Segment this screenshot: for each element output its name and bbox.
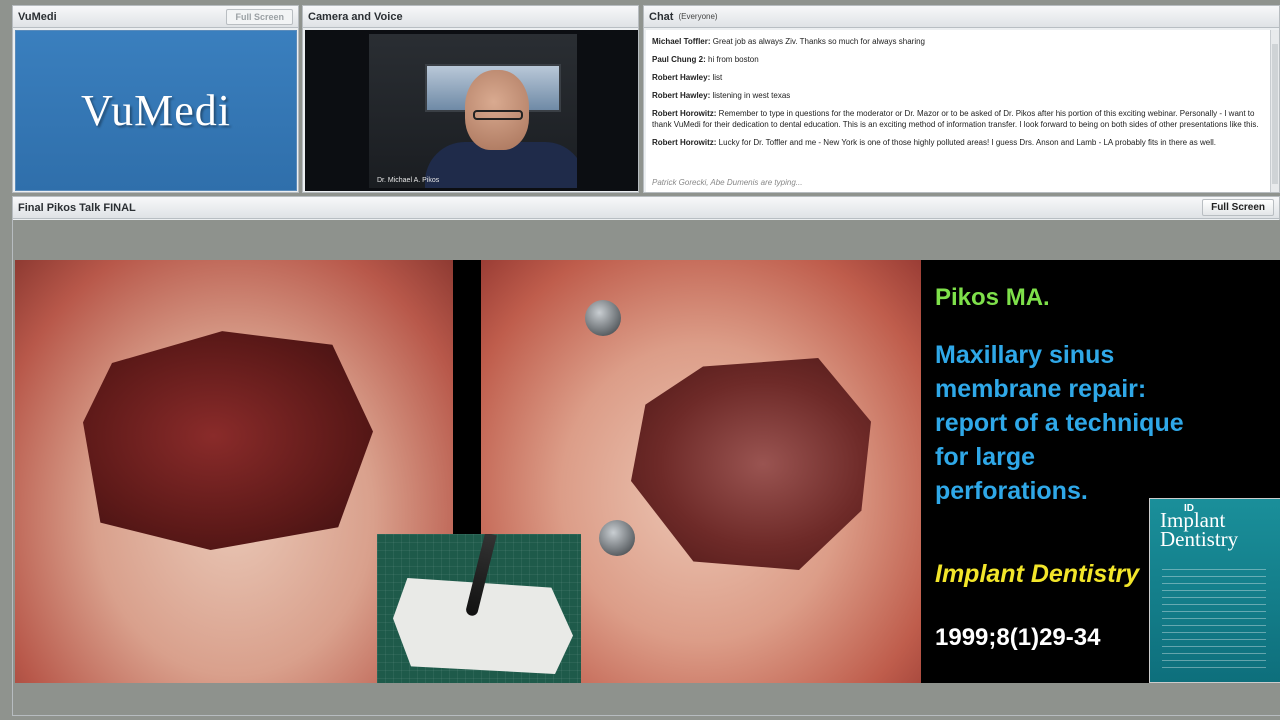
slide-citation: 1999;8(1)29-34 <box>935 624 1101 651</box>
vumedi-pod-title: VuMedi <box>18 10 57 23</box>
vumedi-logo-text: VuMedi <box>80 86 231 135</box>
chat-author: Paul Chung 2: <box>652 55 706 64</box>
chat-author: Robert Horowitz: <box>652 138 717 147</box>
chat-pod: Chat (Everyone) Michael Toffler: Great j… <box>643 5 1280 193</box>
chat-audience[interactable]: (Everyone) <box>678 12 717 21</box>
speaker-glasses <box>473 110 523 120</box>
chat-pod-title: Chat <box>649 10 674 23</box>
chat-message: Paul Chung 2: hi from boston <box>652 54 1264 65</box>
chat-author: Michael Toffler: <box>652 37 711 46</box>
camera-pod-title: Camera and Voice <box>308 10 403 23</box>
chat-scrollbar-thumb[interactable] <box>1272 44 1278 184</box>
chat-text: list <box>712 73 723 82</box>
speaker-video-frame: Dr. Michael A. Pikos <box>369 34 577 188</box>
chat-message: Robert Hawley: listening in west texas <box>652 90 1264 101</box>
sinus-window-left <box>83 331 373 550</box>
journal-cover-title: Implant Dentistry <box>1160 508 1239 551</box>
share-pod: Final Pikos Talk FINAL Full Screen Pikos… <box>12 196 1280 716</box>
fixation-screw-bottom <box>599 520 635 556</box>
chat-message: Robert Horowitz: Remember to type in que… <box>652 108 1264 130</box>
chat-author: Robert Horowitz: <box>652 109 717 118</box>
fixation-screw-top <box>585 300 621 336</box>
chat-text: Remember to type in questions for the mo… <box>652 109 1259 129</box>
vumedi-logo: VuMedi <box>15 30 297 191</box>
slide-title: Maxillary sinus membrane repair: report … <box>935 341 1184 505</box>
camera-pod: Camera and Voice Dr. Michael A. Pikos <box>302 5 639 193</box>
vumedi-pod: VuMedi Full Screen VuMedi <box>12 5 299 193</box>
share-fullscreen-button[interactable]: Full Screen <box>1202 199 1274 216</box>
slide-journal: Implant Dentistry <box>935 560 1140 588</box>
camera-video[interactable]: Dr. Michael A. Pikos <box>305 30 638 191</box>
chat-message: Robert Horowitz: Lucky for Dr. Toffler a… <box>652 137 1264 148</box>
camera-pod-header: Camera and Voice <box>303 6 638 28</box>
chat-author: Robert Hawley: <box>652 73 711 82</box>
chat-text: Lucky for Dr. Toffler and me - New York … <box>718 138 1216 147</box>
chat-text: hi from boston <box>708 55 759 64</box>
chat-message: Michael Toffler: Great job as always Ziv… <box>652 36 1264 47</box>
chat-message: Robert Hawley: list <box>652 72 1264 83</box>
share-pod-title: Final Pikos Talk FINAL <box>18 201 136 214</box>
speaker-caption: Dr. Michael A. Pikos <box>377 177 440 184</box>
collagen-membrane <box>393 578 573 674</box>
share-area: Pikos MA. Maxillary sinus membrane repai… <box>13 220 1280 715</box>
share-pod-header: Final Pikos Talk FINAL Full Screen <box>13 197 1279 219</box>
membrane-inset-photo <box>377 534 581 683</box>
chat-author: Robert Hawley: <box>652 91 711 100</box>
webinar-room: VuMedi Full Screen VuMedi Camera and Voi… <box>0 0 1280 720</box>
vumedi-fullscreen-button[interactable]: Full Screen <box>226 8 293 25</box>
chat-pod-header: Chat (Everyone) <box>644 6 1279 28</box>
chat-scrollbar[interactable] <box>1270 30 1279 192</box>
journal-cover-image: ID Implant Dentistry <box>1149 498 1280 683</box>
chat-typing-indicator: Patrick Gorecki, Abe Dumenis are typing.… <box>652 178 803 187</box>
presentation-slide: Pikos MA. Maxillary sinus membrane repai… <box>15 260 1280 683</box>
sinus-window-right <box>631 358 871 570</box>
vumedi-pod-header: VuMedi Full Screen <box>13 6 298 28</box>
slide-author: Pikos MA. <box>935 284 1050 311</box>
chat-text: Great job as always Ziv. Thanks so much … <box>712 37 925 46</box>
journal-cover-contents <box>1162 569 1266 669</box>
chat-text: listening in west texas <box>712 91 791 100</box>
chat-message-list[interactable]: Michael Toffler: Great job as always Ziv… <box>646 30 1270 192</box>
